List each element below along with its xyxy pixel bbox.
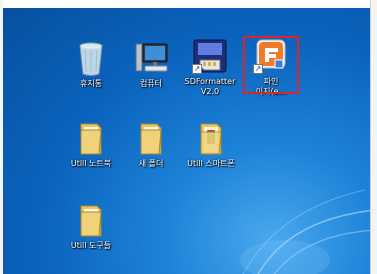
selection-highlight-box xyxy=(243,36,299,94)
wallpaper-glow xyxy=(240,189,375,274)
sdformatter-icon: ↗ xyxy=(190,36,230,76)
desktop-icon-sdformatter[interactable]: ↗ SDFormatter V2.0 xyxy=(183,36,237,97)
window-frame-top xyxy=(0,0,377,8)
window-frame-right xyxy=(370,0,377,274)
window-frame-left xyxy=(0,0,3,274)
computer-icon xyxy=(131,38,171,78)
icon-label-line2: V2.0 xyxy=(200,87,220,96)
desktop[interactable]: 휴지통 컴퓨터 ↗ SDFormatter V2.0 ↗ 파인 이지(e... … xyxy=(0,0,377,274)
icon-label-line1: SDFormatter xyxy=(184,77,236,86)
desktop-icon-new-folder[interactable]: 새 폴더 xyxy=(124,118,178,169)
desktop-icon-computer[interactable]: 컴퓨터 xyxy=(124,38,178,89)
folder-icon xyxy=(71,200,111,240)
folder-icon xyxy=(71,118,111,158)
folder-icon xyxy=(191,118,231,158)
recycle-bin-icon xyxy=(71,38,111,78)
folder-icon xyxy=(131,118,171,158)
desktop-icon-recycle-bin[interactable]: 휴지통 xyxy=(64,38,118,89)
desktop-icon-utill-tools[interactable]: Utill 도구들 xyxy=(64,200,118,251)
icon-label: 컴퓨터 xyxy=(139,79,163,88)
desktop-icon-utill-smartphone[interactable]: Utill 스마트폰 xyxy=(184,118,238,169)
shortcut-arrow-icon: ↗ xyxy=(192,64,202,74)
icon-label: 휴지통 xyxy=(79,79,103,88)
icon-label: 새 폴더 xyxy=(138,159,164,168)
icon-label: Utill 노트북 xyxy=(70,159,112,168)
icon-label: Utill 스마트폰 xyxy=(187,159,235,168)
icon-label: Utill 도구들 xyxy=(70,241,112,250)
desktop-icon-utill-notebook[interactable]: Utill 노트북 xyxy=(64,118,118,169)
